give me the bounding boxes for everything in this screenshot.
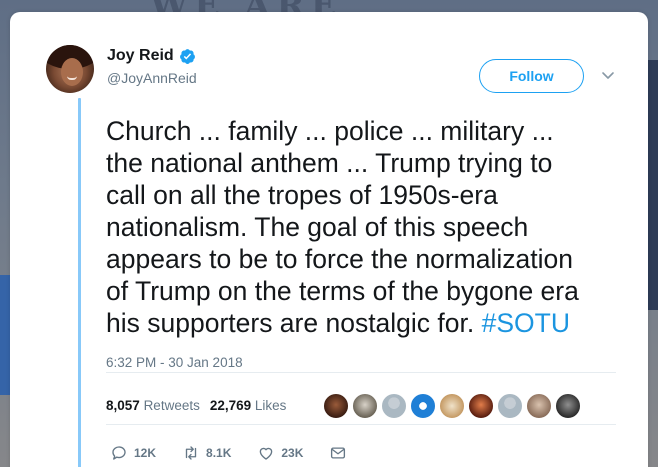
liker-avatar[interactable] [526, 393, 552, 419]
tweet-actions: 12K 8.1K 23K [110, 444, 373, 462]
likes-count: 22,769 [209, 398, 252, 413]
tweet-text-line-last: his supporters are nostalgic for. #SOTU [106, 307, 626, 339]
reply-button[interactable]: 12K [110, 444, 156, 462]
liker-avatar[interactable] [439, 393, 465, 419]
author-handle[interactable]: @JoyAnnReid [107, 70, 197, 86]
liker-avatar[interactable] [381, 393, 407, 419]
caret-down-icon[interactable] [599, 66, 617, 84]
tweet-text-line: his supporters are nostalgic for. [106, 308, 475, 338]
liker-avatar[interactable] [555, 393, 581, 419]
tweet-text-line: call on all the tropes of 1950s-era [106, 180, 498, 210]
like-count: 23K [281, 446, 304, 460]
retweets-count: 8,057 [106, 398, 140, 413]
likes-label: Likes [254, 398, 287, 413]
tweet-text-line: of Trump on the terms of the bygone era [106, 276, 579, 306]
direct-message-button[interactable] [329, 444, 347, 462]
author-display-name[interactable]: Joy Reid [107, 47, 174, 65]
author-name-row[interactable]: Joy Reid [107, 47, 196, 65]
heart-icon [260, 447, 273, 460]
tweet-text: Church ... family ... police ... militar… [106, 115, 626, 339]
likes-stat[interactable]: 22,769 Likes [210, 398, 287, 413]
tweet-timestamp[interactable]: 6:32 PM - 30 Jan 2018 [106, 355, 243, 370]
avatar[interactable] [46, 45, 94, 93]
thread-rail [78, 98, 81, 467]
tweet-text-line: Church ... family ... police ... militar… [106, 116, 554, 146]
divider [106, 424, 616, 425]
retweet-icon [185, 446, 197, 460]
reply-count: 12K [134, 446, 157, 460]
like-button[interactable]: 23K [257, 444, 303, 462]
verified-icon [179, 48, 196, 65]
divider [106, 372, 616, 373]
tweet-text-line: appears to be to force the normalization [106, 244, 573, 274]
liker-avatar[interactable] [352, 393, 378, 419]
retweets-label: Retweets [143, 398, 200, 413]
retweets-stat[interactable]: 8,057 Retweets [106, 398, 200, 413]
hashtag-link[interactable]: #SOTU [482, 308, 570, 338]
background-left-strip [0, 275, 10, 395]
liker-avatar[interactable] [497, 393, 523, 419]
retweet-count: 8.1K [206, 446, 232, 460]
retweet-button[interactable]: 8.1K [182, 444, 231, 462]
tweet-text-line: nationalism. The goal of this speech [106, 212, 529, 242]
engagement-stats: 8,057 Retweets 22,769 Likes [106, 398, 286, 413]
tweet-text-line: the national anthem ... Trump trying to [106, 148, 553, 178]
liker-avatars [323, 393, 584, 419]
reply-icon [112, 446, 126, 460]
message-icon [331, 447, 346, 459]
liker-avatar[interactable] [410, 393, 436, 419]
liker-avatar[interactable] [468, 393, 494, 419]
liker-avatar[interactable] [323, 393, 349, 419]
follow-button[interactable]: Follow [479, 59, 584, 93]
tweet-card: Joy Reid @JoyAnnReid Follow Church ... f… [10, 12, 648, 467]
